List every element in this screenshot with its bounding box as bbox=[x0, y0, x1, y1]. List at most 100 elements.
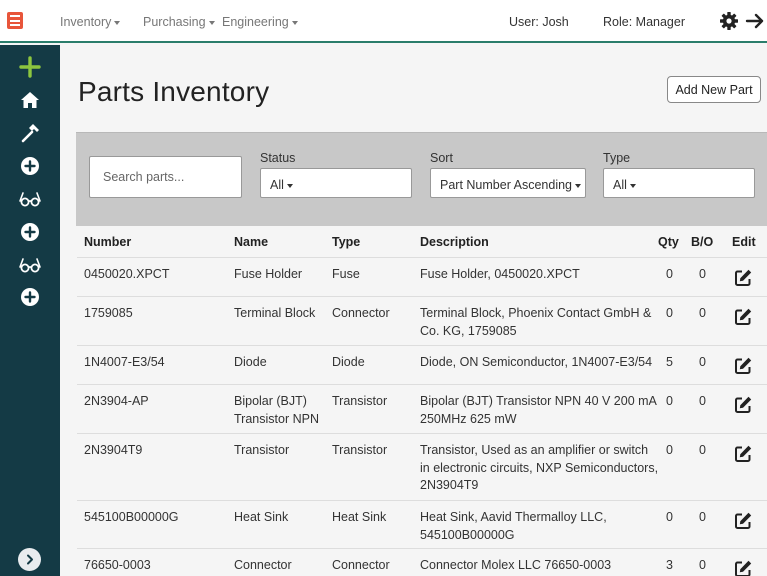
cell-name: Connector bbox=[234, 558, 292, 572]
col-header-description[interactable]: Description bbox=[420, 235, 489, 249]
nav-engineering-label: Engineering bbox=[222, 15, 289, 29]
cell-qty: 0 bbox=[666, 394, 673, 408]
cell-number: 1N4007-E3/54 bbox=[84, 355, 165, 369]
hammer-icon[interactable] bbox=[18, 121, 42, 145]
cell-type: Transistor bbox=[332, 394, 388, 408]
table-row: 1759085 Terminal Block Connector Terminal B… bbox=[77, 296, 767, 345]
circle-plus-icon[interactable] bbox=[18, 285, 42, 309]
cell-qty: 0 bbox=[666, 443, 673, 457]
edit-icon[interactable] bbox=[733, 444, 753, 464]
cell-name: Bipolar (BJT) Transistor NPN bbox=[234, 394, 319, 426]
cell-type: Fuse bbox=[332, 267, 360, 281]
cell-bo: 0 bbox=[699, 510, 706, 524]
add-new-part-button[interactable]: Add New Part bbox=[667, 76, 761, 103]
menu-icon[interactable] bbox=[7, 12, 23, 29]
cell-qty: 3 bbox=[666, 558, 673, 572]
cell-type: Diode bbox=[332, 355, 365, 369]
table-header: Number Name Type Description Qty B/O Edi… bbox=[77, 226, 767, 257]
type-label: Type bbox=[603, 151, 631, 165]
home-icon[interactable] bbox=[18, 88, 42, 112]
nav-engineering-dropdown[interactable]: Engineering bbox=[222, 15, 298, 29]
table-row: 1N4007-E3/54 Diode Diode Diode, ON Semicond… bbox=[77, 345, 767, 384]
gear-icon[interactable] bbox=[719, 11, 739, 31]
sort-label: Sort bbox=[430, 151, 453, 165]
caret-down-icon bbox=[291, 20, 298, 25]
col-header-type[interactable]: Type bbox=[332, 235, 360, 249]
cell-description: Terminal Block, Phoenix Contact GmbH & Co… bbox=[420, 306, 652, 338]
circle-plus-icon[interactable] bbox=[18, 220, 42, 244]
table-row: 2N3904T9 Transistor Transistor Transistor, … bbox=[77, 433, 767, 500]
type-select[interactable]: All bbox=[603, 168, 755, 198]
cell-bo: 0 bbox=[699, 394, 706, 408]
nav-purchasing-dropdown[interactable]: Purchasing bbox=[143, 15, 215, 29]
top-navbar: Inventory Purchasing Engineering User: J… bbox=[0, 0, 767, 43]
cell-number: 1759085 bbox=[84, 306, 133, 320]
caret-down-icon bbox=[286, 183, 293, 188]
col-header-name[interactable]: Name bbox=[234, 235, 268, 249]
cell-name: Heat Sink bbox=[234, 510, 289, 524]
cell-bo: 0 bbox=[699, 558, 706, 572]
edit-icon[interactable] bbox=[733, 307, 753, 327]
user-role: Role: Manager bbox=[603, 15, 685, 29]
edit-icon[interactable] bbox=[733, 559, 753, 576]
edit-icon[interactable] bbox=[733, 511, 753, 531]
table-row: 545100B00000G Heat Sink Heat Sink Heat Sink… bbox=[77, 500, 767, 548]
cell-bo: 0 bbox=[699, 306, 706, 320]
status-label: Status bbox=[260, 151, 296, 165]
sort-select[interactable]: Part Number Ascending bbox=[430, 168, 586, 198]
cell-description: Heat Sink, Aavid Thermalloy LLC, 545100B0… bbox=[420, 510, 607, 542]
cell-description: Fuse Holder, 0450020.XPCT bbox=[420, 267, 580, 281]
edit-icon[interactable] bbox=[733, 268, 753, 288]
cell-qty: 0 bbox=[666, 510, 673, 524]
glasses-icon[interactable] bbox=[18, 253, 42, 277]
caret-down-icon bbox=[114, 20, 121, 25]
parts-table: Number Name Type Description Qty B/O Edi… bbox=[77, 226, 767, 576]
cell-number: 0450020.XPCT bbox=[84, 267, 170, 281]
cell-name: Terminal Block bbox=[234, 306, 316, 320]
cell-description: Transistor, Used as an amplifier or swit… bbox=[420, 443, 659, 492]
cell-qty: 0 bbox=[666, 306, 673, 320]
caret-down-icon bbox=[208, 20, 215, 25]
cell-number: 76650-0003 bbox=[84, 558, 151, 572]
caret-down-icon bbox=[629, 183, 636, 188]
cell-description: Bipolar (BJT) Transistor NPN 40 V 200 mA… bbox=[420, 394, 657, 426]
nav-inventory-label: Inventory bbox=[60, 15, 112, 29]
edit-icon[interactable] bbox=[733, 395, 753, 415]
logout-arrow-icon[interactable] bbox=[745, 11, 765, 31]
cell-bo: 0 bbox=[699, 267, 706, 281]
sidebar-collapse-button[interactable] bbox=[18, 548, 41, 571]
edit-icon[interactable] bbox=[733, 356, 753, 376]
col-header-bo[interactable]: B/O bbox=[691, 235, 713, 249]
cell-name: Diode bbox=[234, 355, 267, 369]
sidebar bbox=[0, 45, 60, 576]
sort-value: Part Number Ascending bbox=[440, 178, 573, 192]
nav-purchasing-label: Purchasing bbox=[143, 15, 206, 29]
caret-down-icon bbox=[575, 183, 582, 188]
circle-plus-icon[interactable] bbox=[18, 154, 42, 178]
search-input[interactable] bbox=[89, 156, 242, 198]
col-header-edit: Edit bbox=[732, 235, 756, 249]
status-value: All bbox=[270, 178, 284, 192]
glasses-icon[interactable] bbox=[18, 187, 42, 211]
col-header-number[interactable]: Number bbox=[84, 235, 131, 249]
cell-type: Heat Sink bbox=[332, 510, 387, 524]
cell-number: 2N3904-AP bbox=[84, 394, 149, 408]
cell-type: Connector bbox=[332, 306, 390, 320]
cell-type: Transistor bbox=[332, 443, 388, 457]
cell-bo: 0 bbox=[699, 355, 706, 369]
plus-icon[interactable] bbox=[18, 55, 42, 79]
col-header-qty[interactable]: Qty bbox=[658, 235, 679, 249]
status-select[interactable]: All bbox=[260, 168, 412, 198]
chevron-right-icon bbox=[27, 554, 33, 565]
user-name: User: Josh bbox=[509, 15, 569, 29]
cell-description: Diode, ON Semiconductor, 1N4007-E3/54 bbox=[420, 355, 653, 369]
type-value: All bbox=[613, 178, 627, 192]
table-row: 76650-0003 Connector Connector Connector Mo… bbox=[77, 548, 767, 576]
table-row: 0450020.XPCT Fuse Holder Fuse Fuse Holder, … bbox=[77, 257, 767, 296]
nav-inventory-dropdown[interactable]: Inventory bbox=[60, 15, 121, 29]
cell-bo: 0 bbox=[699, 443, 706, 457]
cell-type: Connector bbox=[332, 558, 390, 572]
cell-description: Connector Molex LLC 76650-0003 bbox=[420, 558, 612, 572]
table-row: 2N3904-AP Bipolar (BJT) Transistor NPN Tran… bbox=[77, 384, 767, 433]
cell-name: Transistor bbox=[234, 443, 290, 457]
